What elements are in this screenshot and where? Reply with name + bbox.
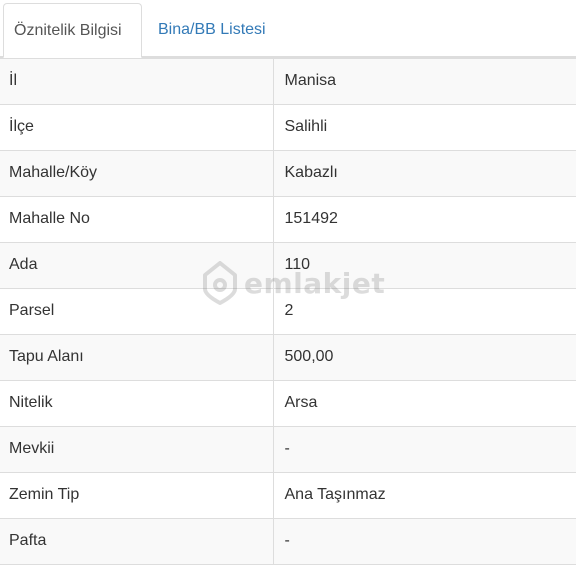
table-row: Ada 110 [0,242,576,289]
tab-building-list[interactable]: Bina/BB Listesi [148,3,276,57]
attribute-table: İl Manisa İlçe Salihli Mahalle/Köy Kabaz… [0,57,576,565]
row-value: Salihli [273,104,576,151]
row-value: 2 [273,288,576,335]
row-value: Arsa [273,380,576,427]
row-label: Ada [0,242,274,289]
row-value: - [273,426,576,473]
table-row: Parsel 2 [0,288,576,335]
row-label: İl [0,57,274,105]
row-value: 151492 [273,196,576,243]
attribute-panel: Öznitelik Bilgisi Bina/BB Listesi İl Man… [0,0,576,570]
tab-attribute-info[interactable]: Öznitelik Bilgisi [3,3,142,58]
row-label: Mahalle/Köy [0,150,274,197]
table-row: Nitelik Arsa [0,380,576,427]
row-label: Tapu Alanı [0,334,274,381]
row-label: Pafta [0,518,274,565]
table-row: Pafta - [0,518,576,565]
row-value: 110 [273,242,576,289]
row-label: Nitelik [0,380,274,427]
row-label: Mahalle No [0,196,274,243]
table-row: Zemin Tip Ana Taşınmaz [0,472,576,519]
table-row: İl Manisa [0,57,576,105]
table-row: İlçe Salihli [0,104,576,151]
row-value: Manisa [273,57,576,105]
row-label: İlçe [0,104,274,151]
row-label: Mevkii [0,426,274,473]
table-row: Mahalle No 151492 [0,196,576,243]
row-value: Ana Taşınmaz [273,472,576,519]
table-row: Mahalle/Köy Kabazlı [0,150,576,197]
table-row: Tapu Alanı 500,00 [0,334,576,381]
row-value: 500,00 [273,334,576,381]
row-value: - [273,518,576,565]
row-label: Zemin Tip [0,472,274,519]
table-row: Mevkii - [0,426,576,473]
tab-bar: Öznitelik Bilgisi Bina/BB Listesi [0,0,576,58]
row-label: Parsel [0,288,274,335]
row-value: Kabazlı [273,150,576,197]
